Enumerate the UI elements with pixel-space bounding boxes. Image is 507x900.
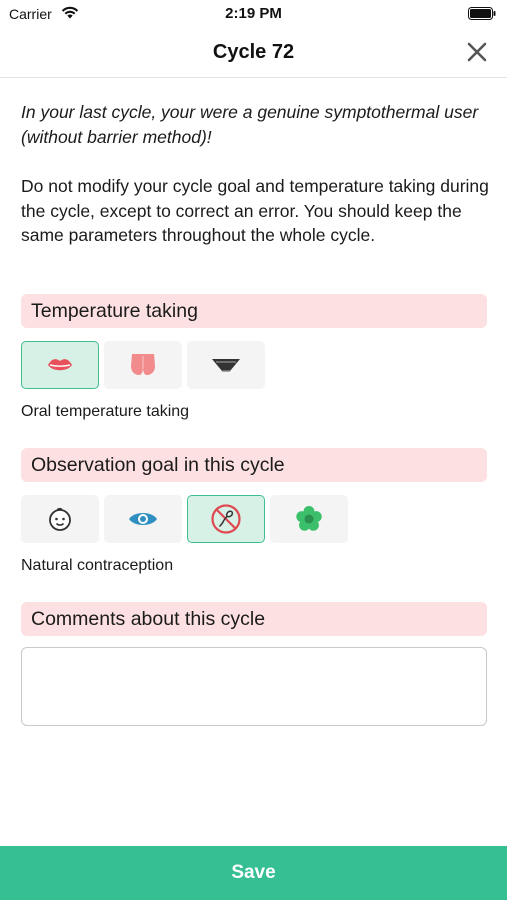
flower-icon [296,506,322,531]
temperature-taking-header: Temperature taking [21,294,487,328]
intro-text: In your last cycle, your were a genuine … [21,102,479,147]
vaginal-temperature-option[interactable] [187,341,265,389]
pregnancy-goal-option[interactable] [21,495,99,543]
lips-icon [48,359,72,371]
save-button[interactable]: Save [0,846,507,900]
battery-icon [468,7,496,20]
no-sperm-icon [211,504,241,534]
oral-temperature-option[interactable] [21,341,99,389]
baby-face-icon [49,507,71,531]
page-title: Cycle 72 [212,41,295,63]
observation-goal-header: Observation goal in this cycle [21,448,487,482]
buttocks-icon [131,354,155,375]
temperature-selected-label: Oral temperature taking [21,403,190,420]
wellbeing-goal-option[interactable] [270,495,348,543]
navigation-bar: Cycle 72 [0,28,507,78]
eye-icon [129,513,157,525]
close-icon[interactable] [465,40,489,64]
status-time: 2:19 PM [225,5,282,22]
observation-only-option[interactable] [104,495,182,543]
notice-text: Do not modify your cycle goal and temper… [21,176,489,245]
comments-input[interactable] [21,647,487,726]
underwear-icon [212,359,240,372]
comments-header: Comments about this cycle [21,602,487,636]
goal-selected-label: Natural contraception [21,557,174,574]
status-bar: Carrier 2:19 PM [0,0,507,28]
contraception-goal-option[interactable] [187,495,265,543]
rectal-temperature-option[interactable] [104,341,182,389]
